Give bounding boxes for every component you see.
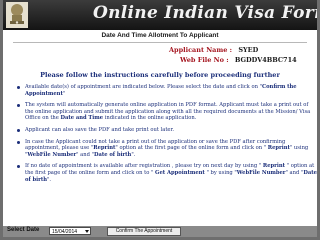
- instruction-text: " and ": [285, 169, 304, 176]
- page-title: Date And Time Allotment To Applicant: [101, 32, 219, 39]
- instruction-emphasis: Get Appointment: [155, 169, 205, 176]
- list-item: If no date of appointment is available a…: [17, 163, 317, 183]
- instruction-text: ".: [47, 176, 52, 183]
- instruction-text: ": [62, 90, 66, 97]
- instruction-text: " and ": [76, 151, 94, 158]
- web-file-label: Web File No :: [180, 56, 229, 64]
- appointment-footer: Select Date 15/04/2014 Confirm The Appoi…: [3, 226, 317, 237]
- instruction-text: " by using ": [204, 169, 237, 176]
- header-banner: Online Indian Visa Form: [3, 0, 317, 30]
- instruction-text: " option at the first page of the online…: [115, 145, 268, 152]
- applicant-name-value: SYED: [238, 46, 259, 54]
- instruction-emphasis: Date and Time: [60, 115, 104, 122]
- instruction-emphasis: Date of birth: [93, 151, 132, 158]
- divider: [13, 42, 307, 43]
- instruction-emphasis: Reprint: [93, 145, 116, 152]
- instruction-text: Applicant can also save the PDF and take…: [25, 126, 175, 133]
- list-item: In case the Applicant could not take a p…: [17, 139, 317, 159]
- banner-title: Online Indian Visa Form: [93, 3, 317, 23]
- instruction-text: If no date of appointment is available a…: [25, 163, 263, 170]
- web-file-value: BGDDV4BBC714: [234, 56, 297, 64]
- instruction-emphasis: Reprint: [267, 145, 290, 152]
- instruction-emphasis: Reprint: [262, 163, 286, 170]
- instruction-text: ".: [131, 151, 136, 158]
- list-item: Available date(s) of appointment are ind…: [17, 84, 317, 97]
- list-item: Applicant can also save the PDF and take…: [17, 127, 317, 134]
- instruction-text: Available date(s) of appointment are ind…: [25, 84, 262, 90]
- date-select[interactable]: 15/04/2014: [49, 227, 91, 235]
- web-file-row: Web File No : BGDDV4BBC714: [180, 56, 297, 64]
- browser-frame: Online Indian Visa Form Date And Time Al…: [0, 0, 320, 240]
- confirm-appointment-button[interactable]: Confirm The Appointment: [107, 227, 181, 236]
- instruction-text: indicated in the online application.: [103, 115, 197, 122]
- select-date-label: Select Date: [7, 227, 40, 233]
- date-select-value: 15/04/2014: [52, 229, 78, 235]
- main-content: Date And Time Allotment To Applicant App…: [3, 30, 317, 226]
- instruction-emphasis: WebFile Number: [236, 169, 286, 176]
- instruction-emphasis: WebFile Number: [27, 151, 77, 158]
- list-item: The system will automatically generate o…: [17, 102, 317, 122]
- applicant-name-label: Applicant Name :: [169, 46, 233, 54]
- instructions-list: Available date(s) of appointment are ind…: [17, 84, 317, 188]
- applicant-name-row: Applicant Name : SYED: [169, 46, 258, 54]
- instructions-heading: Please follow the instructions carefully…: [40, 71, 280, 79]
- chevron-down-icon[interactable]: [85, 230, 89, 233]
- indian-emblem-icon: [6, 2, 28, 28]
